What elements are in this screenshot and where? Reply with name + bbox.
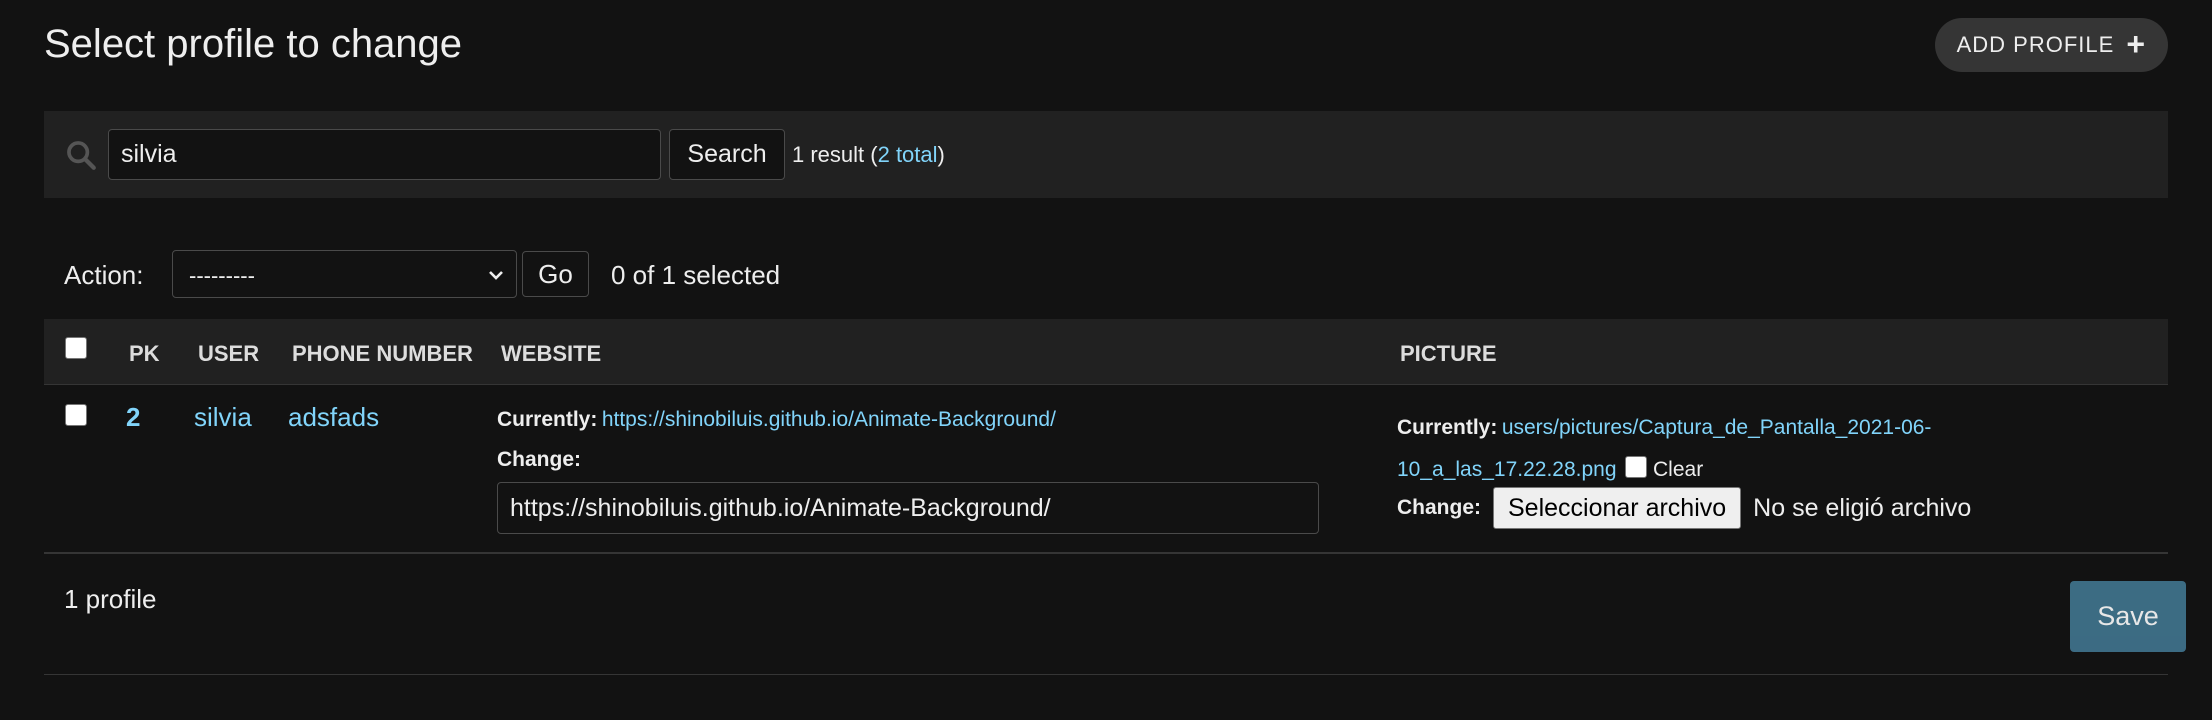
- result-prefix: 1 result (: [792, 142, 878, 167]
- add-profile-button[interactable]: ADD PROFILE +: [1934, 18, 2168, 72]
- picture-change: Change: Seleccionar archivo No se eligió…: [1397, 487, 1971, 529]
- column-header-pk[interactable]: PK: [129, 341, 160, 367]
- add-profile-label: ADD PROFILE: [1956, 32, 2115, 57]
- actions-bar: Action: --------- Go 0 of 1 selected: [44, 248, 2168, 300]
- action-selected-option: ---------: [189, 263, 255, 288]
- row-pk-link[interactable]: 2: [126, 402, 140, 433]
- website-current: Currently: https://shinobiluis.github.io…: [497, 408, 1056, 432]
- search-button[interactable]: Search: [669, 129, 785, 180]
- page-header: Select profile to change ADD PROFILE +: [44, 0, 2168, 100]
- column-header-phone-number[interactable]: PHONE NUMBER: [292, 341, 473, 367]
- picture-change-label: Change:: [1397, 496, 1481, 519]
- file-select-button[interactable]: Seleccionar archivo: [1493, 487, 1742, 529]
- page-title: Select profile to change: [44, 22, 463, 66]
- row-user-link[interactable]: silvia: [194, 402, 252, 433]
- action-select[interactable]: ---------: [172, 250, 517, 298]
- row-phone-number[interactable]: adsfads: [288, 402, 379, 433]
- search-bar: Search 1 result (2 total): [44, 111, 2168, 198]
- column-header-picture[interactable]: PICTURE: [1400, 341, 1497, 367]
- column-header-website[interactable]: WEBSITE: [501, 341, 601, 367]
- no-file-text: No se eligió archivo: [1753, 493, 1972, 522]
- table-header: PK USER PHONE NUMBER WEBSITE PICTURE: [44, 319, 2168, 385]
- table-row: 2 silvia adsfads Currently: https://shin…: [44, 385, 2168, 553]
- search-input[interactable]: [108, 129, 661, 180]
- website-current-link[interactable]: https://shinobiluis.github.io/Animate-Ba…: [602, 408, 1056, 431]
- select-all-checkbox[interactable]: [65, 337, 87, 359]
- plus-icon: +: [2126, 25, 2146, 62]
- clear-label: Clear: [1653, 458, 1704, 481]
- selected-count: 0 of 1 selected: [611, 260, 781, 290]
- website-change-label: Change:: [497, 448, 581, 471]
- action-label: Action:: [64, 260, 144, 290]
- result-count: 1 result (2 total): [792, 142, 945, 168]
- clear-control: Clear: [1621, 456, 1703, 481]
- profile-count: 1 profile: [64, 584, 157, 614]
- chevron-down-icon: [489, 271, 503, 280]
- website-currently-label: Currently:: [497, 408, 598, 431]
- row-select-checkbox[interactable]: [65, 404, 87, 426]
- changelist-footer: 1 profile Save: [44, 553, 2186, 675]
- website-input[interactable]: [497, 482, 1319, 534]
- search-icon: [67, 141, 96, 170]
- go-button[interactable]: Go: [522, 251, 589, 297]
- save-button[interactable]: Save: [2070, 581, 2186, 652]
- total-link[interactable]: 2 total: [878, 142, 938, 167]
- picture-current: Currently: users/pictures/Captura_de_Pan…: [1397, 408, 2017, 492]
- column-header-user[interactable]: USER: [198, 341, 259, 367]
- result-suffix: ): [937, 142, 945, 167]
- clear-checkbox[interactable]: [1625, 456, 1647, 478]
- picture-currently-label: Currently:: [1397, 416, 1498, 439]
